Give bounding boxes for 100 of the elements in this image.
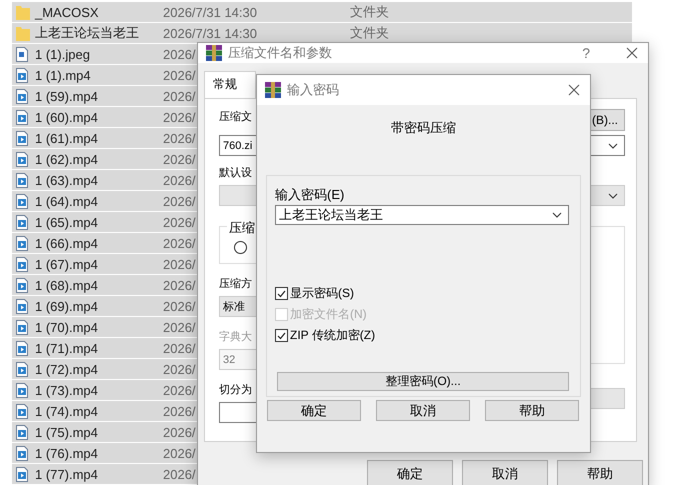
file-date: 2026/	[163, 214, 196, 230]
file-row[interactable]: _MACOSX 2026/7/31 14:30 文件夹	[12, 2, 632, 23]
file-name: 1 (73).mp4	[35, 382, 98, 398]
file-name: 1 (74).mp4	[35, 404, 98, 418]
file-name: 上老王论坛当老王	[35, 24, 139, 42]
organize-button[interactable]: 整理密码(O)...	[277, 372, 569, 391]
file-date: 2026/	[163, 236, 196, 250]
video-file-icon	[16, 194, 28, 208]
close-icon[interactable]	[626, 47, 638, 59]
chevron-icon	[608, 142, 618, 148]
field-label: 压缩文	[219, 110, 252, 125]
file-date: 2026/	[163, 256, 196, 272]
file-date: 2026/	[163, 110, 196, 124]
file-date: 2026/	[163, 68, 196, 82]
file-type: 文件夹	[350, 3, 389, 21]
checkbox-option[interactable]: 显示密码(S)	[275, 285, 569, 302]
file-name: 1 (59).mp4	[35, 88, 98, 104]
file-date: 2026/	[163, 172, 196, 188]
video-file-icon	[16, 404, 28, 418]
dialog-button[interactable]: 确定	[367, 460, 453, 485]
video-file-icon	[16, 152, 28, 166]
field-label: 默认设	[219, 166, 252, 181]
file-name: 1 (75).mp4	[35, 424, 98, 440]
file-name: _MACOSX	[35, 4, 99, 20]
file-date: 2026/	[163, 152, 196, 166]
file-date: 2026/	[163, 130, 196, 146]
image-file-icon	[16, 46, 28, 62]
video-file-icon	[16, 446, 28, 460]
close-icon[interactable]	[568, 84, 580, 96]
file-date: 2026/	[163, 446, 196, 460]
tab[interactable]: 常规	[204, 71, 256, 98]
video-file-icon	[16, 320, 28, 334]
file-name: 1 (70).mp4	[35, 320, 98, 334]
file-name: 1 (1).mp4	[35, 68, 91, 82]
dialog-button[interactable]: 确定	[267, 400, 361, 421]
window-title: 输入密码	[287, 81, 340, 99]
chevron-icon	[608, 192, 618, 198]
video-file-icon	[16, 340, 28, 356]
checkbox[interactable]	[275, 287, 288, 300]
dialog-heading: 带密码压缩	[390, 119, 457, 137]
file-date: 2026/	[163, 424, 196, 440]
video-file-icon	[16, 382, 28, 398]
file-name: 1 (66).mp4	[35, 236, 98, 250]
dialog-button[interactable]: 帮助	[557, 460, 643, 485]
file-date: 2026/	[163, 88, 196, 104]
file-name: 1 (67).mp4	[35, 256, 98, 272]
file-row[interactable]: 上老王论坛当老王 2026/7/31 14:30 文件夹	[12, 23, 632, 44]
window-title: 压缩文件名和参数	[228, 44, 333, 62]
file-date: 2026/	[163, 320, 196, 334]
video-file-icon	[16, 298, 28, 314]
video-file-icon	[16, 214, 28, 230]
help-button[interactable]: ?	[582, 45, 590, 61]
file-date: 2026/	[163, 46, 196, 62]
books-icon	[265, 82, 281, 98]
file-date: 2026/	[163, 466, 196, 482]
file-date: 2026/	[163, 404, 196, 418]
file-name: 1 (61).mp4	[35, 130, 98, 146]
chevron-icon	[552, 212, 562, 218]
file-name: 1 (60).mp4	[35, 110, 98, 124]
video-file-icon	[16, 362, 28, 376]
file-name: 1 (77).mp4	[35, 466, 98, 482]
books-icon	[206, 45, 222, 61]
file-name: 1 (65).mp4	[35, 214, 98, 230]
checkbox[interactable]	[275, 329, 288, 342]
file-name: 1 (62).mp4	[35, 152, 98, 166]
video-file-icon	[16, 172, 28, 188]
file-date: 2026/	[163, 362, 196, 376]
field-label: 字典大	[219, 330, 252, 345]
file-name: 1 (63).mp4	[35, 172, 98, 188]
dialog-button[interactable]: 取消	[462, 460, 548, 485]
file-date: 2026/	[163, 340, 196, 356]
dialog-button[interactable]: 取消	[376, 400, 470, 421]
video-file-icon	[16, 110, 28, 124]
checkbox-option[interactable]: ZIP 传统加密(Z)	[275, 327, 569, 344]
file-date: 2026/7/31 14:30	[163, 26, 257, 40]
file-date: 2026/	[163, 278, 196, 292]
video-file-icon	[16, 256, 28, 272]
video-file-icon	[16, 88, 28, 104]
dialog-button[interactable]: 帮助	[485, 400, 579, 421]
file-name: 1 (69).mp4	[35, 298, 98, 314]
video-file-icon	[16, 278, 28, 292]
field-label: 输入密码(E)	[275, 187, 344, 203]
video-file-icon	[16, 466, 28, 482]
video-file-icon	[16, 424, 28, 440]
file-date: 2026/7/31 14:30	[163, 4, 257, 20]
field-label: 压缩方	[219, 276, 252, 292]
video-file-icon	[16, 130, 28, 146]
radio-button[interactable]	[234, 241, 247, 254]
file-date: 2026/	[163, 298, 196, 314]
file-date: 2026/	[163, 194, 196, 208]
file-name: 1 (76).mp4	[35, 446, 98, 460]
file-name: 1 (71).mp4	[35, 340, 98, 356]
file-name: 1 (1).jpeg	[35, 46, 90, 62]
video-file-icon	[16, 68, 28, 82]
file-name: 1 (72).mp4	[35, 362, 98, 376]
file-name: 1 (68).mp4	[35, 278, 98, 292]
file-name: 1 (64).mp4	[35, 194, 98, 208]
file-date: 2026/	[163, 382, 196, 398]
file-type: 文件夹	[350, 24, 389, 42]
password-field[interactable]: 上老王论坛当老王	[275, 205, 569, 225]
